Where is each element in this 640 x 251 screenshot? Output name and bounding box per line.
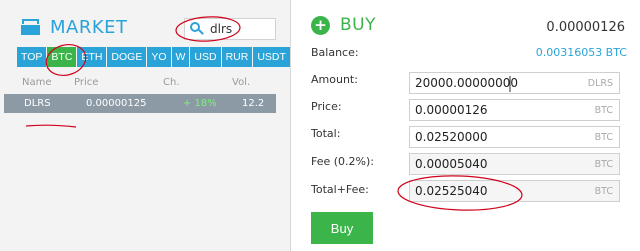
market-icon [21,18,40,36]
tab-rur[interactable]: RUR [221,47,253,67]
total-fee-field: 0.02525040 BTC [409,180,620,202]
column-volume[interactable]: Vol. [232,77,250,88]
amount-value: 20000.00000000 [415,76,519,90]
fee-label: Fee (0.2%): [311,155,374,168]
fee-unit: BTC [594,159,613,170]
total-label: Total: [311,127,341,140]
balance-label: Balance: [311,46,359,59]
tab-yo[interactable]: YO [147,47,171,67]
column-name[interactable]: Name [22,77,52,88]
total-fee-label: Total+Fee: [311,183,369,196]
column-price[interactable]: Price [74,77,98,88]
market-tabs: TOP BTC ETH DOGE YO W USD RUR USDT [17,47,291,67]
row-change: + 18% [183,98,217,109]
amount-unit: DLRS [587,78,613,89]
market-list-header: Name Price Ch. Vol. [0,77,291,91]
row-volume: 12.2 [242,98,265,109]
row-price: 0.00000125 [86,98,147,109]
price-value: 0.00000126 [415,103,488,117]
search-icon [190,22,204,36]
fee-value: 0.00005040 [415,157,488,171]
tab-top[interactable]: TOP [17,47,47,67]
price-field[interactable]: 0.00000126 BTC [409,99,620,121]
tab-usdt[interactable]: USDT [253,47,290,67]
plus-circle-icon: + [311,15,330,35]
buy-button[interactable]: Buy [311,212,373,244]
price-unit: BTC [594,105,613,116]
market-row-dlrs[interactable]: DLRS 0.00000125 + 18% 12.2 [4,94,276,113]
total-fee-unit: BTC [594,186,613,197]
search-input-value: dlrs [210,22,233,36]
market-panel: MARKET dlrs TOP BTC ETH DOGE YO W USD RU… [0,0,291,251]
total-value: 0.02520000 [415,130,488,144]
amount-field[interactable]: 20000.00000000 DLRS [409,72,620,94]
row-name: DLRS [24,98,51,109]
amount-label: Amount: [311,73,358,86]
buy-title: BUY [340,15,376,35]
fee-field: 0.00005040 BTC [409,153,620,175]
tab-btc[interactable]: BTC [47,47,77,67]
search-input[interactable]: dlrs [184,18,276,40]
buy-header: + BUY [311,15,376,35]
total-unit: BTC [594,132,613,143]
balance-value[interactable]: 0.00316053 BTC [536,46,627,59]
tab-w[interactable]: W [171,47,190,67]
total-fee-value: 0.02525040 [415,184,488,198]
market-header: MARKET [21,14,128,40]
column-change[interactable]: Ch. [163,77,180,88]
tab-usd[interactable]: USD [190,47,221,67]
tab-eth[interactable]: ETH [77,47,107,67]
market-title: MARKET [50,16,128,38]
buy-current-price: 0.00000126 [546,20,625,35]
tab-doge[interactable]: DOGE [107,47,147,67]
total-field[interactable]: 0.02520000 BTC [409,126,620,148]
price-label: Price: [311,100,342,113]
